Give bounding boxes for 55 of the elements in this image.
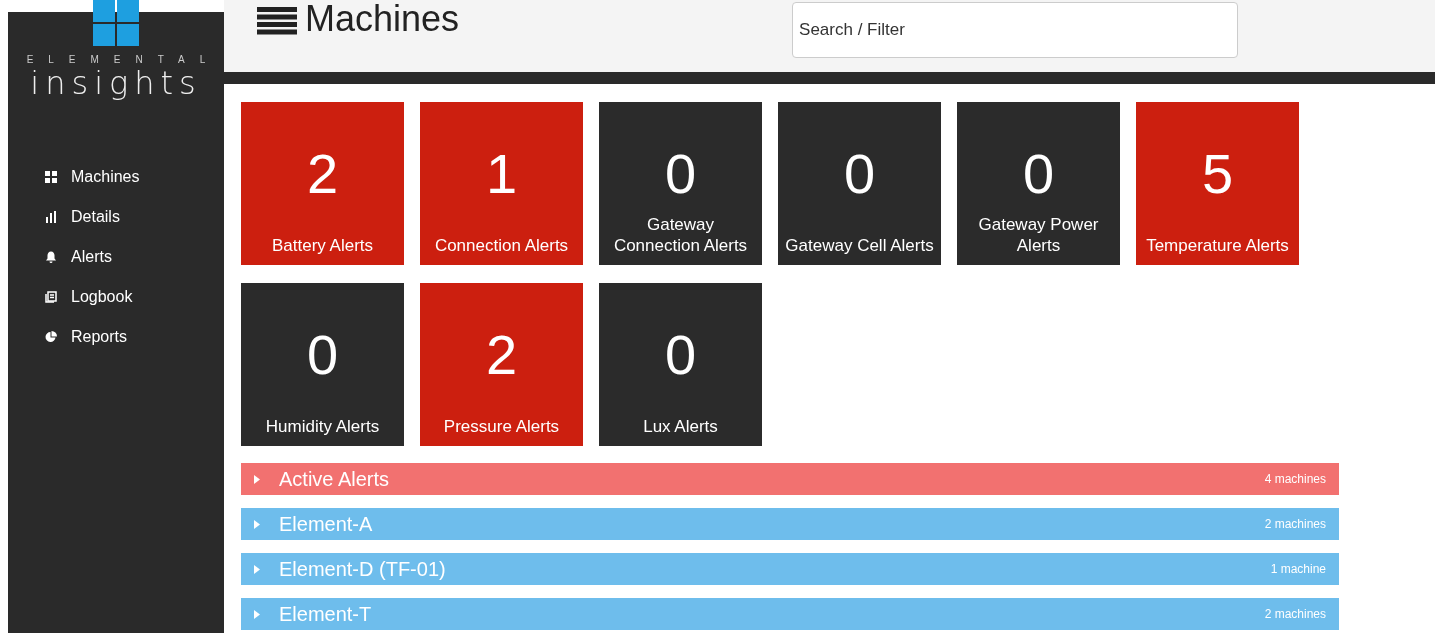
alert-tile[interactable]: 0 Gateway Cell Alerts <box>778 102 941 265</box>
bell-icon <box>45 251 57 263</box>
machine-count: 2 machines <box>1264 516 1326 533</box>
alert-tile[interactable]: 0 Lux Alerts <box>599 283 762 446</box>
list-icon <box>257 7 297 35</box>
brand-name: ELEMENTAL <box>25 53 221 67</box>
alert-tile[interactable]: 1 Connection Alerts <box>420 102 583 265</box>
bar-chart-icon <box>45 211 57 223</box>
alert-count: 0 <box>664 327 697 383</box>
alert-label: Battery Alerts <box>270 235 375 256</box>
machine-count: 4 machines <box>1264 471 1326 488</box>
pie-chart-icon <box>45 331 57 343</box>
alert-tile[interactable]: 2 Pressure Alerts <box>420 283 583 446</box>
page-title: Machines <box>305 0 460 41</box>
alert-count: 0 <box>306 327 339 383</box>
alert-label: Gateway Power Alerts <box>977 214 1100 256</box>
machine-count: 1 machine <box>1270 561 1326 578</box>
alert-count: 2 <box>306 146 339 202</box>
alert-tile[interactable]: 0 Humidity Alerts <box>241 283 404 446</box>
alert-tile[interactable]: 2 Battery Alerts <box>241 102 404 265</box>
alert-count: 0 <box>664 146 697 202</box>
group-name: Element-A <box>279 512 373 537</box>
nav-item[interactable]: Machines <box>45 165 224 189</box>
alert-label: Lux Alerts <box>642 416 719 437</box>
caret-right-icon <box>254 519 260 529</box>
alert-tile[interactable]: 0 Gateway Power Alerts <box>957 102 1120 265</box>
logo-icon <box>93 0 139 46</box>
alert-count: 0 <box>843 146 876 202</box>
alert-count: 2 <box>485 327 518 383</box>
alert-tile[interactable]: 5 Temperature Alerts <box>1136 102 1299 265</box>
alert-label: Gateway Cell Alerts <box>784 235 935 256</box>
alert-tile[interactable]: 0 Gateway Connection Alerts <box>599 102 762 265</box>
alert-label: Temperature Alerts <box>1145 235 1290 256</box>
alert-label: Connection Alerts <box>433 235 570 256</box>
group-name: Element-T <box>279 602 372 627</box>
machine-count: 2 machines <box>1264 606 1326 623</box>
alert-label: Pressure Alerts <box>442 416 561 437</box>
alert-label: Gateway Connection Alerts <box>612 214 749 256</box>
alert-label: Humidity Alerts <box>264 416 381 437</box>
alert-count: 0 <box>1022 146 1055 202</box>
group-name: Active Alerts <box>279 467 390 492</box>
product-name: insights <box>30 67 202 99</box>
group-name: Element-D (TF-01) <box>279 557 446 582</box>
search-field[interactable]: Search / Filter <box>792 2 1239 58</box>
caret-right-icon <box>254 609 260 619</box>
caret-right-icon <box>254 474 260 484</box>
caret-right-icon <box>254 564 260 574</box>
alert-count: 1 <box>485 146 518 202</box>
alert-count: 5 <box>1201 146 1234 202</box>
nav-item[interactable]: Details <box>45 205 224 229</box>
book-icon <box>45 291 57 303</box>
nav-item[interactable]: Logbook <box>45 285 224 309</box>
nav-item[interactable]: Alerts <box>45 245 224 269</box>
grid-icon <box>45 171 57 183</box>
nav-item[interactable]: Reports <box>45 325 224 349</box>
